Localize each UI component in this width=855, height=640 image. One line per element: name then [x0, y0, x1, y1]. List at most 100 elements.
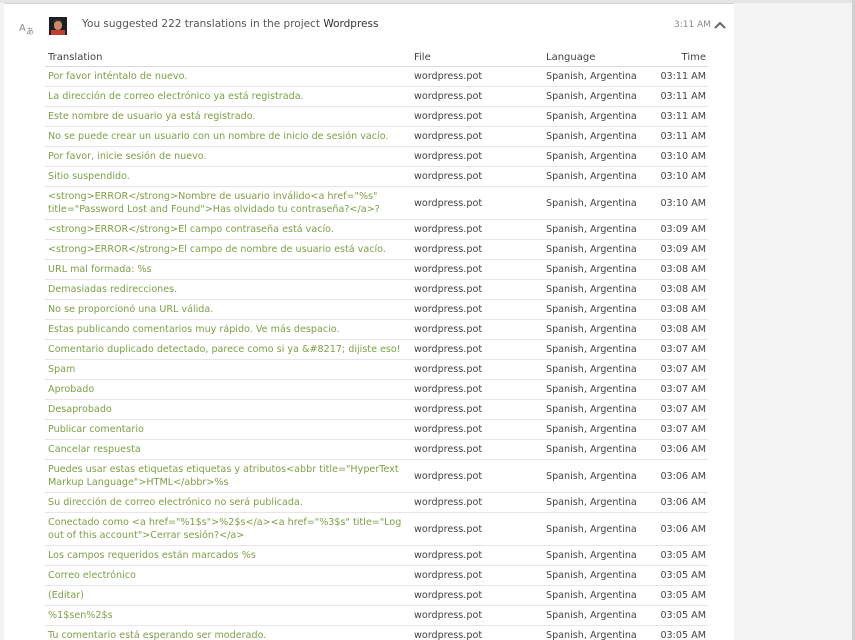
avatar[interactable] — [49, 17, 67, 35]
translation-cell[interactable]: Tu comentario está esperando ser moderad… — [45, 625, 411, 640]
time-cell: 03:08 AM — [651, 299, 708, 320]
language-cell: Spanish, Argentina — [543, 379, 651, 400]
translation-cell[interactable]: <strong>ERROR</strong>Nombre de usuario … — [45, 186, 411, 220]
table-row: <strong>ERROR</strong>Nombre de usuario … — [45, 186, 708, 220]
translation-cell[interactable]: Los campos requeridos están marcados %s — [45, 545, 411, 566]
file-cell: wordpress.pot — [411, 299, 543, 320]
file-cell: wordpress.pot — [411, 259, 543, 280]
table-row: Demasiadas redirecciones. wordpress.pot Sp… — [45, 279, 708, 300]
activity-time: 3:11 AM — [674, 20, 711, 30]
time-cell: 03:05 AM — [651, 585, 708, 606]
file-cell: wordpress.pot — [411, 66, 543, 87]
table-row: URL mal formada: %s wordpress.pot Spanish,… — [45, 259, 708, 280]
translation-cell[interactable]: Correo electrónico — [45, 565, 411, 586]
file-cell: wordpress.pot — [411, 512, 543, 546]
time-cell: 03:11 AM — [651, 106, 708, 127]
file-cell: wordpress.pot — [411, 166, 543, 187]
translation-cell[interactable]: Publicar comentario — [45, 419, 411, 440]
translation-cell[interactable]: Este nombre de usuario ya está registrad… — [45, 106, 411, 127]
language-cell: Spanish, Argentina — [543, 319, 651, 340]
file-cell: wordpress.pot — [411, 399, 543, 420]
translation-cell[interactable]: Sitio suspendido. — [45, 166, 411, 187]
translation-cell[interactable]: Aprobado — [45, 379, 411, 400]
language-cell: Spanish, Argentina — [543, 219, 651, 240]
file-cell: wordpress.pot — [411, 279, 543, 300]
svg-text:あ: あ — [26, 27, 34, 35]
translation-cell[interactable]: <strong>ERROR</strong>El campo contraseñ… — [45, 219, 411, 240]
translation-cell[interactable]: Comentario duplicado detectado, parece c… — [45, 339, 411, 360]
translation-cell[interactable]: Estas publicando comentarios muy rápido.… — [45, 319, 411, 340]
column-header-file: File — [411, 48, 543, 67]
file-cell: wordpress.pot — [411, 106, 543, 127]
table-row: <strong>ERROR</strong>El campo de nombre… — [45, 239, 708, 260]
language-cell: Spanish, Argentina — [543, 239, 651, 260]
language-cell: Spanish, Argentina — [543, 259, 651, 280]
page: A あ You suggested 222 translations in th… — [0, 0, 855, 640]
language-cell: Spanish, Argentina — [543, 126, 651, 147]
time-cell: 03:10 AM — [651, 186, 708, 220]
time-cell: 03:09 AM — [651, 239, 708, 260]
file-cell: wordpress.pot — [411, 126, 543, 147]
file-cell: wordpress.pot — [411, 359, 543, 380]
language-cell: Spanish, Argentina — [543, 399, 651, 420]
language-cell: Spanish, Argentina — [543, 359, 651, 380]
table-row: No se puede crear un usuario con un nomb… — [45, 126, 708, 147]
table-row: Sitio suspendido. wordpress.pot Spanish, A… — [45, 166, 708, 187]
file-cell: wordpress.pot — [411, 239, 543, 260]
translation-cell[interactable]: No se proporcionó una URL válida. — [45, 299, 411, 320]
language-cell: Spanish, Argentina — [543, 106, 651, 127]
file-cell: wordpress.pot — [411, 565, 543, 586]
table-row: Desaprobado wordpress.pot Spanish, Argenti… — [45, 399, 708, 420]
translation-cell[interactable]: <strong>ERROR</strong>El campo de nombre… — [45, 239, 411, 260]
translation-cell[interactable]: Por favor inténtalo de nuevo. — [45, 66, 411, 87]
language-cell: Spanish, Argentina — [543, 419, 651, 440]
translation-cell[interactable]: %1$sen%2$s — [45, 605, 411, 626]
table-row: (Editar) wordpress.pot Spanish, Argentina 0… — [45, 585, 708, 606]
file-cell: wordpress.pot — [411, 605, 543, 626]
language-cell: Spanish, Argentina — [543, 605, 651, 626]
time-cell: 03:07 AM — [651, 339, 708, 360]
time-cell: 03:05 AM — [651, 545, 708, 566]
table-row: Su dirección de correo electrónico no se… — [45, 492, 708, 513]
table-row: Aprobado wordpress.pot Spanish, Argentina 0… — [45, 379, 708, 400]
time-cell: 03:07 AM — [651, 399, 708, 420]
translation-cell[interactable]: Por favor, inicie sesión de nuevo. — [45, 146, 411, 167]
language-cell: Spanish, Argentina — [543, 146, 651, 167]
project-link[interactable]: Wordpress — [323, 18, 378, 30]
file-cell: wordpress.pot — [411, 146, 543, 167]
table-row: No se proporcionó una URL válida. wordpre… — [45, 299, 708, 320]
language-cell: Spanish, Argentina — [543, 585, 651, 606]
language-cell: Spanish, Argentina — [543, 459, 651, 493]
time-cell: 03:08 AM — [651, 279, 708, 300]
time-cell: 03:05 AM — [651, 565, 708, 586]
translation-cell[interactable]: Demasiadas redirecciones. — [45, 279, 411, 300]
translation-cell[interactable]: URL mal formada: %s — [45, 259, 411, 280]
translation-cell[interactable]: Conectado como <a href="%1$s">%2$s</a><a… — [45, 512, 411, 546]
time-cell: 03:06 AM — [651, 439, 708, 460]
table-row: Puedes usar estas etiquetas etiquetas y … — [45, 459, 708, 493]
table-row: Estas publicando comentarios muy rápido.… — [45, 319, 708, 340]
chevron-up-icon[interactable] — [713, 17, 727, 29]
translation-cell[interactable]: Cancelar respuesta — [45, 439, 411, 460]
translation-cell[interactable]: No se puede crear un usuario con un nomb… — [45, 126, 411, 147]
time-cell: 03:05 AM — [651, 625, 708, 640]
table-row: Los campos requeridos están marcados %s w… — [45, 545, 708, 566]
translation-cell[interactable]: Su dirección de correo electrónico no se… — [45, 492, 411, 513]
time-cell: 03:08 AM — [651, 319, 708, 340]
headline-text: You suggested 222 translations in the pr… — [82, 18, 320, 30]
translation-cell[interactable]: Puedes usar estas etiquetas etiquetas y … — [45, 459, 411, 493]
table-row: Correo electrónico wordpress.pot Spanish, … — [45, 565, 708, 586]
time-cell: 03:06 AM — [651, 459, 708, 493]
translation-cell[interactable]: Desaprobado — [45, 399, 411, 420]
translation-cell[interactable]: Spam — [45, 359, 411, 380]
translation-cell[interactable]: (Editar) — [45, 585, 411, 606]
translation-cell[interactable]: La dirección de correo electrónico ya es… — [45, 86, 411, 107]
language-cell: Spanish, Argentina — [543, 86, 651, 107]
table-row: %1$sen%2$s wordpress.pot Spanish, Argentin… — [45, 605, 708, 626]
language-cell: Spanish, Argentina — [543, 166, 651, 187]
time-cell: 03:06 AM — [651, 512, 708, 546]
column-header-time: Time — [651, 48, 708, 67]
time-cell: 03:09 AM — [651, 219, 708, 240]
time-cell: 03:10 AM — [651, 166, 708, 187]
file-cell: wordpress.pot — [411, 492, 543, 513]
